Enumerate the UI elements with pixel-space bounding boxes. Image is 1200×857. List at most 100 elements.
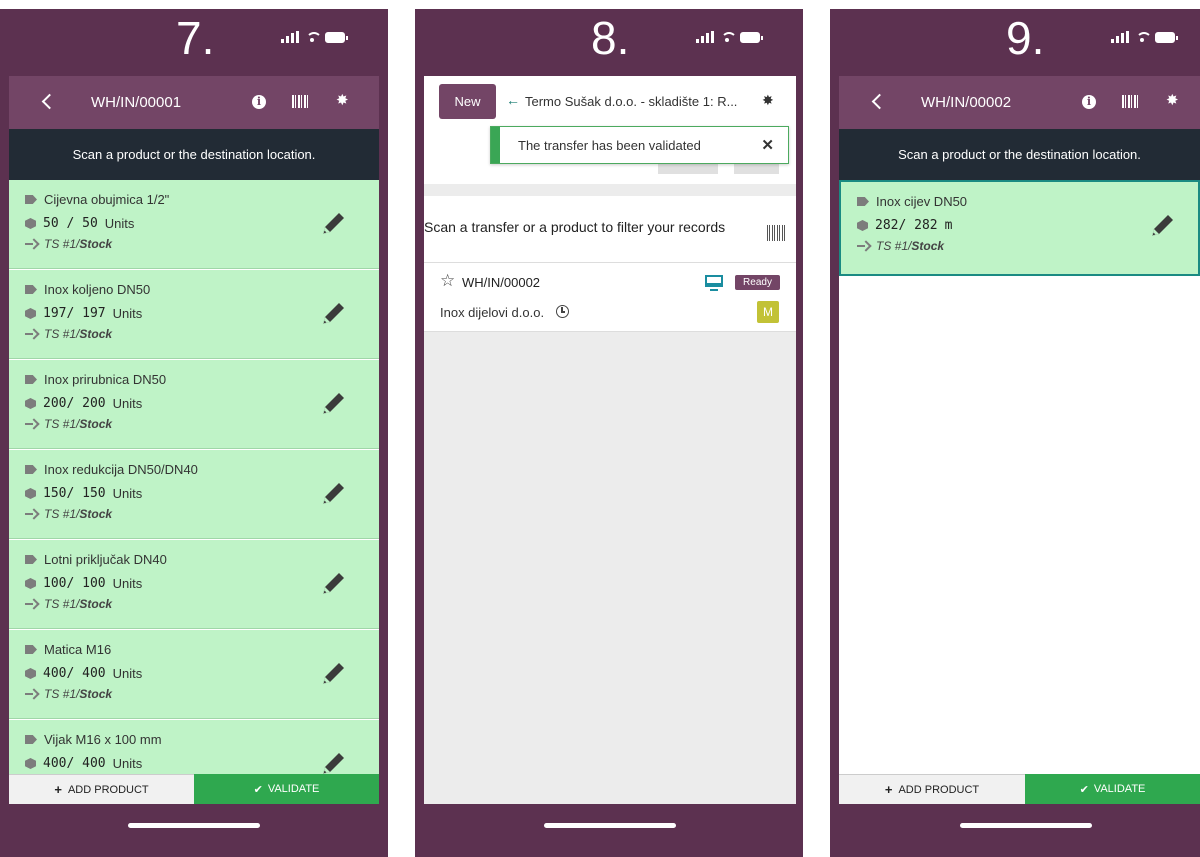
avatar: M	[757, 301, 779, 323]
barcode-icon[interactable]	[767, 225, 785, 241]
pencil-icon[interactable]	[321, 570, 347, 596]
unit-of-measure: Units	[104, 216, 135, 231]
action-footer: + ADD PRODUCT ✔ VALIDATE	[9, 774, 379, 804]
product-name: Inox cijev DN50	[876, 194, 968, 209]
location-prefix: TS #1/	[44, 687, 80, 701]
hidden-control	[658, 164, 718, 174]
move-line-card[interactable]: Matica M16 400/ 400 Units TS #1/Stock	[9, 630, 379, 719]
box-icon	[25, 578, 36, 589]
battery-icon	[325, 32, 348, 43]
barcode-icon[interactable]	[1122, 95, 1138, 108]
breadcrumb[interactable]: Termo Sušak d.o.o. - skladište 1: R...	[525, 94, 737, 109]
add-product-button[interactable]: + ADD PRODUCT	[839, 774, 1025, 804]
product-name: Inox redukcija DN50/DN40	[44, 462, 198, 477]
star-icon[interactable]: ☆	[440, 271, 455, 291]
box-icon	[25, 668, 36, 679]
action-footer: + ADD PRODUCT ✔ VALIDATE	[839, 774, 1200, 804]
location-icon	[25, 509, 37, 519]
move-line-card[interactable]: Cijevna obujmica 1/2" 50 / 50 Units TS #1…	[9, 180, 379, 269]
new-button[interactable]: New	[439, 84, 496, 119]
location-prefix: TS #1/	[876, 239, 912, 253]
move-line-card[interactable]: Lotni priključak DN40 100/ 100 Units TS #…	[9, 540, 379, 629]
gear-icon[interactable]: ✸	[1166, 93, 1180, 108]
location-icon	[25, 599, 37, 609]
scan-instruction: Scan a product or the destination locati…	[9, 129, 379, 180]
phone-screen-step-8: 8. New ← Termo Sušak d.o.o. - skladište …	[415, 9, 803, 857]
battery-icon	[1155, 32, 1178, 43]
tag-icon	[25, 375, 37, 384]
move-line-card-selected[interactable]: Inox cijev DN50 282/ 282 m TS #1/Stock	[839, 180, 1200, 276]
validate-button[interactable]: ✔ VALIDATE	[1025, 774, 1200, 804]
status-bar: 9.	[830, 9, 1200, 76]
battery-icon	[740, 32, 763, 43]
location-icon	[25, 329, 37, 339]
info-icon[interactable]: i	[1082, 95, 1096, 109]
signal-icon	[696, 31, 714, 43]
system-icons	[281, 31, 348, 43]
box-icon	[25, 218, 36, 229]
step-number: 8.	[591, 12, 630, 64]
box-icon	[857, 220, 868, 231]
pencil-icon[interactable]	[1150, 212, 1176, 238]
wifi-icon	[305, 31, 322, 43]
close-icon[interactable]: ✕	[761, 136, 774, 154]
unit-of-measure: Units	[112, 306, 143, 321]
location-icon	[25, 689, 37, 699]
product-name: Lotni priključak DN40	[44, 552, 167, 567]
notification-toast: The transfer has been validated ✕	[490, 126, 789, 164]
pencil-icon[interactable]	[321, 750, 347, 774]
validate-button[interactable]: ✔ VALIDATE	[194, 774, 379, 804]
gear-icon[interactable]: ✸	[762, 92, 774, 109]
back-chevron-icon[interactable]	[39, 91, 61, 113]
unit-of-measure: Units	[112, 756, 143, 771]
hidden-control	[734, 164, 779, 174]
signal-icon	[281, 31, 299, 43]
arrow-left-icon[interactable]: ←	[506, 92, 520, 108]
location-name: Stock	[911, 239, 945, 253]
transfer-reference: WH/IN/00001	[91, 94, 182, 111]
move-line-card[interactable]: Inox redukcija DN50/DN40 150/ 150 Units T…	[9, 450, 379, 539]
box-icon	[25, 398, 36, 409]
scan-filter-prompt: Scan a transfer or a product to filter y…	[424, 196, 796, 263]
move-line-card[interactable]: Inox koljeno DN50 197/ 197 Units TS #1/St…	[9, 270, 379, 359]
move-line-card[interactable]: Inox prirubnica DN50 200/ 200 Units TS #1…	[9, 360, 379, 449]
pencil-icon[interactable]	[321, 300, 347, 326]
unit-of-measure: Units	[112, 666, 143, 681]
location-icon	[25, 419, 37, 429]
header-bar: WH/IN/00002 i ✸	[839, 76, 1200, 129]
info-icon[interactable]: i	[252, 95, 266, 109]
location-prefix: TS #1/	[44, 417, 80, 431]
location-prefix: TS #1/	[44, 327, 80, 341]
quantity: 100/ 100	[43, 576, 106, 591]
back-chevron-icon[interactable]	[869, 91, 891, 113]
tag-icon	[25, 195, 37, 204]
toast-message: The transfer has been validated	[518, 138, 701, 153]
phone-screen-step-9: 9. WH/IN/00002 i ✸ Scan a product or the…	[830, 9, 1200, 857]
transfer-record[interactable]: ☆ WH/IN/00002 Ready Inox dijelovi d.o.o.…	[424, 263, 796, 332]
tag-icon	[25, 465, 37, 474]
pencil-icon[interactable]	[321, 660, 347, 686]
unit-of-measure: Units	[112, 486, 143, 501]
quantity: 400/ 400	[43, 756, 106, 771]
home-indicator[interactable]	[128, 823, 260, 828]
pencil-icon[interactable]	[321, 390, 347, 416]
move-line-card[interactable]: Vijak M16 x 100 mm 400/ 400 Units	[9, 720, 379, 774]
pencil-icon[interactable]	[321, 210, 347, 236]
barcode-icon[interactable]	[292, 95, 308, 108]
check-icon: ✔	[1079, 783, 1089, 796]
location-name: Stock	[79, 417, 113, 431]
product-name: Matica M16	[44, 642, 112, 657]
system-icons	[696, 31, 763, 43]
add-product-button[interactable]: + ADD PRODUCT	[9, 774, 194, 804]
tag-icon	[25, 555, 37, 564]
location-name: Stock	[79, 507, 113, 521]
home-indicator[interactable]	[960, 823, 1092, 828]
box-icon	[25, 488, 36, 499]
gear-icon[interactable]: ✸	[336, 93, 350, 108]
record-partner: Inox dijelovi d.o.o.	[440, 305, 545, 320]
location-icon	[25, 239, 37, 249]
home-indicator[interactable]	[544, 823, 676, 828]
clock-icon[interactable]	[556, 305, 569, 318]
pencil-icon[interactable]	[321, 480, 347, 506]
location-name: Stock	[79, 597, 113, 611]
